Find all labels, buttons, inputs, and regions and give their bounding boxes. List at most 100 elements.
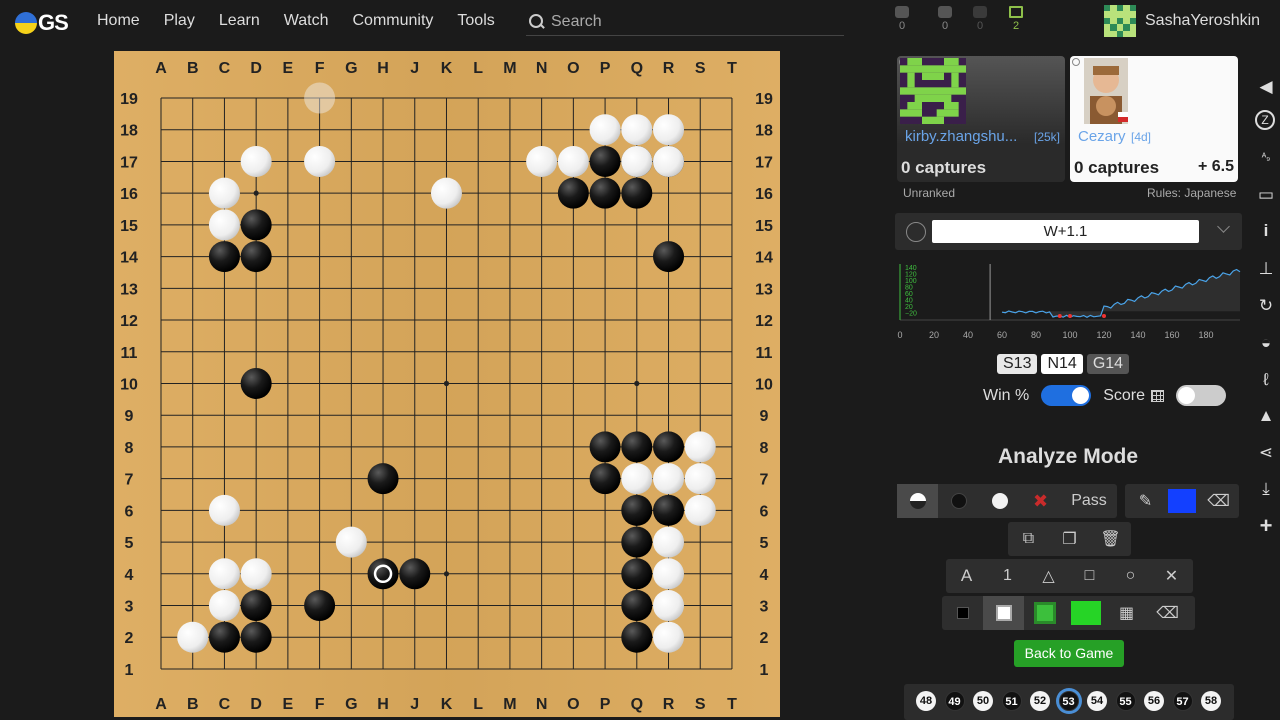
copy-button[interactable]: ⧉	[1008, 522, 1049, 556]
white-player-name[interactable]: Cezary	[1078, 128, 1126, 145]
white-stone[interactable]	[208, 494, 240, 526]
sound-icon[interactable]: ◀	[1255, 76, 1277, 98]
white-stone[interactable]	[557, 145, 589, 177]
black-stone[interactable]	[240, 367, 272, 399]
white-stone[interactable]	[653, 621, 685, 653]
move-node[interactable]: 58	[1201, 691, 1221, 711]
move-node[interactable]: 53	[1058, 691, 1079, 711]
eraser-button[interactable]: ⌫	[1198, 484, 1239, 518]
variation-button-n14[interactable]: N14	[1041, 354, 1083, 374]
white-stone[interactable]	[653, 145, 685, 177]
calculator-button[interactable]: ▦	[1106, 596, 1147, 630]
black-stone[interactable]	[589, 145, 621, 177]
black-stone[interactable]	[621, 177, 653, 209]
variation-button-s13[interactable]: S13	[997, 354, 1038, 374]
move-node[interactable]: 52	[1030, 691, 1050, 711]
chat-icon[interactable]: 0	[890, 6, 914, 32]
user-menu[interactable]: SashaYeroshkin	[1104, 5, 1260, 37]
white-stone[interactable]	[621, 463, 653, 495]
nav-play[interactable]: Play	[164, 12, 195, 30]
coordinates-icon[interactable]: ᴬ₉	[1255, 146, 1277, 168]
white-stone[interactable]	[653, 114, 685, 146]
white-stone[interactable]	[335, 526, 367, 558]
black-stone[interactable]	[240, 621, 272, 653]
white-stone[interactable]	[653, 526, 685, 558]
white-stone[interactable]	[177, 621, 209, 653]
alternate-stone-button[interactable]	[897, 484, 938, 518]
ghost-stone[interactable]	[304, 82, 336, 114]
white-player-card[interactable]: Cezary [4d] 0 captures + 6.5	[1070, 56, 1238, 182]
refresh-icon[interactable]: ↻	[1255, 295, 1277, 317]
move-tree[interactable]: 48 49 50 51 52 53 54 55 56 57 58	[904, 684, 1234, 720]
white-territory-button[interactable]	[983, 596, 1024, 630]
green-fill-button[interactable]	[1065, 596, 1106, 630]
dashboard-icon[interactable]: ◒	[1255, 332, 1277, 354]
white-stone[interactable]	[589, 114, 621, 146]
nav-tools[interactable]: Tools	[457, 12, 494, 30]
site-logo[interactable]: GS	[15, 10, 69, 36]
clear-marks-button[interactable]: ⌫	[1147, 596, 1188, 630]
search-input[interactable]	[551, 12, 831, 31]
white-stone[interactable]	[240, 558, 272, 590]
tree-icon[interactable]: ⊥	[1255, 258, 1277, 280]
move-node[interactable]: 49	[944, 691, 965, 711]
black-stone[interactable]	[653, 241, 685, 273]
pass-button[interactable]: Pass	[1061, 484, 1117, 518]
display-icon[interactable]: ▭	[1255, 184, 1277, 206]
letter-label-button[interactable]: A	[946, 559, 987, 593]
branch-icon[interactable]: ℓ	[1255, 369, 1277, 391]
black-player-card[interactable]: kirby.zhangshu... [25k] 0 captures	[897, 56, 1065, 182]
white-stone[interactable]	[684, 494, 716, 526]
score-toggle[interactable]	[1176, 385, 1227, 406]
green-mark-button[interactable]	[1024, 596, 1065, 630]
black-stone[interactable]	[621, 590, 653, 622]
black-stone[interactable]	[653, 494, 685, 526]
black-stone[interactable]	[589, 463, 621, 495]
circle-button[interactable]: ○	[1110, 559, 1151, 593]
white-stone[interactable]	[653, 463, 685, 495]
nav-home[interactable]: Home	[97, 12, 140, 30]
warning-icon[interactable]: ▲	[1255, 405, 1277, 427]
white-stone[interactable]	[684, 463, 716, 495]
black-territory-button[interactable]	[942, 596, 983, 630]
move-node[interactable]: 55	[1115, 691, 1136, 711]
white-stone[interactable]	[304, 145, 336, 177]
board-svg[interactable]: AABBCCDDEEFFGGHHJJKKLLMMNNOOPPQQRRSSTT19…	[114, 51, 780, 717]
black-stone[interactable]	[304, 590, 336, 622]
white-stone-button[interactable]	[979, 484, 1020, 518]
move-node[interactable]: 50	[973, 691, 993, 711]
back-to-game-button[interactable]: Back to Game	[1014, 640, 1124, 667]
win-rate-graph[interactable]: 0 20 40 60 80 100 120 140 160 1801401201008060402…	[897, 260, 1242, 340]
white-stone[interactable]	[208, 590, 240, 622]
white-stone[interactable]	[653, 558, 685, 590]
move-node[interactable]: 57	[1172, 691, 1193, 711]
white-stone[interactable]	[208, 177, 240, 209]
share-icon[interactable]: ⋖	[1255, 442, 1277, 464]
nav-learn[interactable]: Learn	[219, 12, 260, 30]
black-stone[interactable]	[653, 431, 685, 463]
black-stone[interactable]	[621, 558, 653, 590]
black-stone[interactable]	[367, 558, 399, 590]
black-stone[interactable]	[240, 590, 272, 622]
black-stone[interactable]	[240, 241, 272, 273]
chevron-down-icon[interactable]	[1217, 220, 1230, 233]
paste-button[interactable]: ❐	[1049, 522, 1090, 556]
nav-watch[interactable]: Watch	[284, 12, 329, 30]
black-stone[interactable]	[589, 431, 621, 463]
win-percent-toggle[interactable]	[1041, 385, 1092, 406]
pencil-button[interactable]: ✎	[1125, 484, 1166, 518]
black-stone[interactable]	[589, 177, 621, 209]
score-estimate-bar[interactable]: W+1.1	[895, 213, 1242, 250]
remove-stone-button[interactable]: ✖	[1020, 484, 1061, 518]
black-stone[interactable]	[367, 463, 399, 495]
black-stone[interactable]	[621, 621, 653, 653]
triangle-button[interactable]: △	[1028, 559, 1069, 593]
info-icon[interactable]: i	[1255, 220, 1277, 242]
black-stone[interactable]	[621, 526, 653, 558]
black-stone[interactable]	[399, 558, 431, 590]
number-label-button[interactable]: 1	[987, 559, 1028, 593]
white-stone[interactable]	[684, 431, 716, 463]
cross-button[interactable]: ✕	[1151, 559, 1192, 593]
plus-icon[interactable]: +	[1255, 513, 1277, 538]
move-node[interactable]: 48	[916, 691, 936, 711]
